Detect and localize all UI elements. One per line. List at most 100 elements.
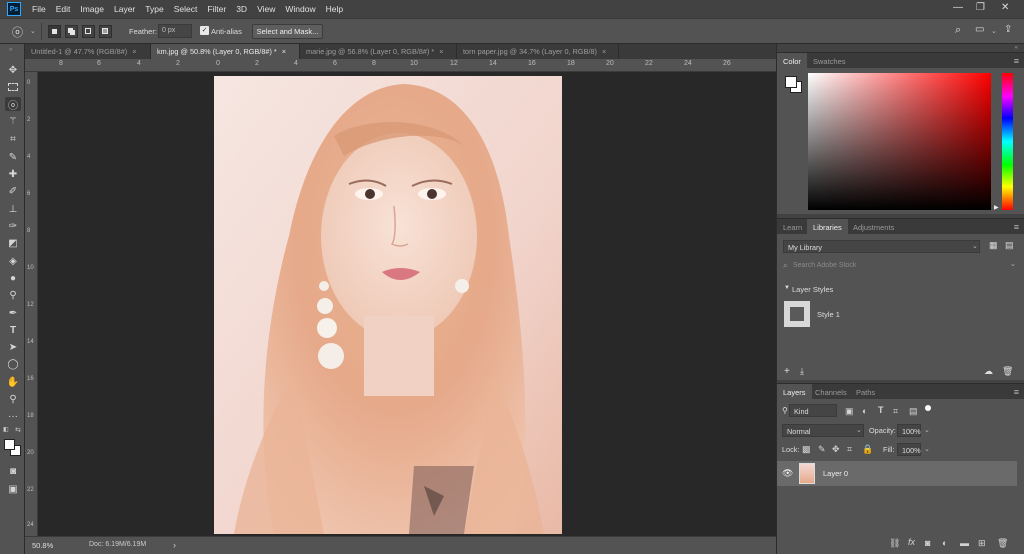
library-select[interactable]: My Library [783, 240, 980, 253]
tab-close-icon[interactable]: × [602, 47, 606, 56]
chevron-down-icon[interactable]: ⌄ [924, 445, 930, 453]
brush-tool-icon[interactable]: ✐ [5, 184, 21, 198]
canvas-pasteboard[interactable] [738, 72, 776, 536]
dodge-tool-icon[interactable]: ⚲ [5, 288, 21, 302]
menu-image[interactable]: Image [80, 4, 104, 14]
select-and-mask-button[interactable]: Select and Mask... [252, 24, 323, 39]
path-selection-tool-icon[interactable]: ➤ [5, 340, 21, 354]
move-tool-icon[interactable]: ✥ [5, 63, 21, 77]
magic-wand-tool-icon[interactable]: ⚚ [5, 114, 21, 128]
tab-km[interactable]: km.jpg @ 50.8% (Layer 0, RGB/8#) * × [151, 44, 300, 59]
eye-icon[interactable]: 👁 [782, 468, 793, 479]
layer-row[interactable]: 👁 Layer 0 [777, 461, 1017, 486]
cloud-sync-icon[interactable]: ☁ [984, 366, 993, 377]
eraser-tool-icon[interactable]: ◩ [5, 236, 21, 250]
adjustment-filter-icon[interactable]: ◐ [862, 406, 867, 416]
chevron-down-icon[interactable]: ⌄ [924, 426, 930, 434]
opacity-input[interactable]: 100% [897, 424, 921, 437]
lock-artboard-icon[interactable]: ⌗ [847, 444, 852, 455]
grid-view-icon[interactable]: ▦ [989, 240, 998, 251]
menu-help[interactable]: Help [326, 4, 343, 14]
screen-mode-icon[interactable]: ▣ [5, 482, 21, 496]
more-tools-icon[interactable]: ··· [5, 409, 21, 423]
tab-close-icon[interactable]: × [439, 47, 443, 56]
document-image[interactable] [214, 76, 562, 534]
layer-styles-section[interactable]: Layer Styles [792, 285, 833, 294]
layer-filter-kind[interactable]: Kind [789, 404, 837, 417]
tab-layers[interactable]: Layers [777, 384, 812, 400]
minimize-icon[interactable]: — [953, 2, 963, 13]
add-to-selection-icon[interactable] [65, 25, 78, 38]
intersect-selection-icon[interactable] [99, 25, 112, 38]
add-content-icon[interactable]: + [784, 366, 790, 377]
close-icon[interactable]: ✕ [1001, 2, 1009, 13]
blend-mode-select[interactable]: Normal [782, 424, 864, 437]
ellipse-tool-icon[interactable]: ◯ [5, 357, 21, 371]
delete-layer-icon[interactable]: 🗑 [997, 538, 1008, 549]
menu-view[interactable]: View [257, 4, 275, 14]
adjustment-layer-icon[interactable]: ◐ [942, 538, 947, 548]
toolbar-collapse-icon[interactable]: » [9, 47, 12, 53]
crop-tool-icon[interactable]: ⌗ [5, 132, 21, 146]
color-field[interactable] [808, 73, 991, 210]
upload-icon[interactable]: ⤓ [800, 366, 804, 377]
zoom-level[interactable]: 50.8% [32, 541, 53, 550]
clone-stamp-tool-icon[interactable]: ⊥ [5, 202, 21, 216]
tab-untitled-1[interactable]: Untitled-1 @ 47.7% (RGB/8#) × [25, 44, 151, 59]
feather-input[interactable]: 0 px [158, 24, 192, 38]
disclosure-triangle-icon[interactable]: ▼ [784, 285, 790, 291]
marquee-tool-icon[interactable] [5, 80, 21, 94]
subtract-from-selection-icon[interactable] [82, 25, 95, 38]
link-layers-icon[interactable]: ⛓ [889, 538, 900, 549]
search-icon[interactable]: ⌕ [955, 24, 961, 37]
status-menu-arrow[interactable]: › [173, 540, 176, 550]
new-layer-icon[interactable]: ⊞ [978, 538, 986, 549]
tab-swatches[interactable]: Swatches [807, 53, 852, 69]
tab-adjustments[interactable]: Adjustments [847, 219, 900, 235]
menu-window[interactable]: Window [285, 4, 315, 14]
hue-slider[interactable] [1002, 73, 1013, 210]
zoom-tool-icon[interactable]: ⚲ [5, 392, 21, 406]
fg-color-chip[interactable] [785, 76, 797, 88]
chevron-down-icon[interactable]: ⌄ [1010, 260, 1016, 268]
blur-tool-icon[interactable]: ● [5, 271, 21, 285]
tab-paths[interactable]: Paths [850, 384, 881, 400]
panel-menu-icon[interactable]: ≡ [1014, 222, 1019, 232]
new-group-icon[interactable]: ▬ [960, 538, 969, 548]
quick-mask-icon[interactable]: ◙ [5, 464, 21, 478]
list-view-icon[interactable]: ▤ [1005, 240, 1014, 251]
tool-preset-chevron-icon[interactable]: ⌄ [30, 27, 36, 35]
eyedropper-tool-icon[interactable]: ✎ [5, 150, 21, 164]
menu-type[interactable]: Type [145, 4, 163, 14]
menu-file[interactable]: File [32, 4, 46, 14]
style-thumbnail[interactable] [784, 301, 810, 327]
panel-menu-icon[interactable]: ≡ [1014, 56, 1019, 66]
paint-bucket-tool-icon[interactable]: ◈ [5, 254, 21, 268]
lock-position-icon[interactable]: ✥ [832, 444, 840, 455]
foreground-color-swatch[interactable] [4, 439, 15, 450]
workspace-chevron-icon[interactable]: ⌄ [991, 27, 997, 35]
lock-all-icon[interactable]: 🔒 [862, 444, 873, 455]
type-tool-icon[interactable]: T [5, 323, 21, 337]
healing-brush-tool-icon[interactable]: ✚ [5, 167, 21, 181]
pixel-filter-icon[interactable]: ▣ [845, 406, 854, 417]
anti-alias-checkbox[interactable]: ✓ [200, 26, 209, 35]
style-item-label[interactable]: Style 1 [817, 310, 840, 319]
layer-name[interactable]: Layer 0 [823, 469, 848, 478]
menu-filter[interactable]: Filter [207, 4, 226, 14]
menu-edit[interactable]: Edit [56, 4, 71, 14]
lasso-tool-icon[interactable]: ⓞ [5, 97, 21, 112]
type-filter-icon[interactable]: T [878, 405, 884, 415]
default-colors-icon[interactable]: ◧ [3, 426, 9, 433]
layer-style-icon[interactable]: fx [908, 537, 915, 547]
smart-object-filter-icon[interactable]: ▤ [909, 406, 918, 417]
tab-torn-paper[interactable]: torn paper.jpg @ 34.7% (Layer 0, RGB/8) × [457, 44, 619, 59]
tab-close-icon[interactable]: × [282, 47, 286, 56]
lock-image-icon[interactable]: ✎ [818, 444, 826, 455]
pen-tool-icon[interactable]: ✒ [5, 306, 21, 320]
workspace-icon[interactable]: ▭ [975, 24, 984, 35]
menu-select[interactable]: Select [174, 4, 198, 14]
tab-marie[interactable]: marie.jpg @ 56.8% (Layer 0, RGB/8#) * × [300, 44, 457, 59]
fill-input[interactable]: 100% [897, 443, 921, 456]
lasso-icon[interactable]: ⓞ [12, 24, 23, 40]
